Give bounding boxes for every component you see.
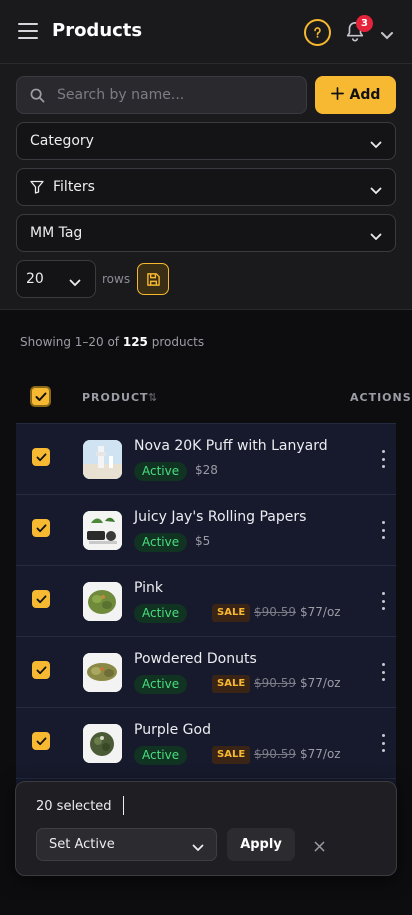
status-badge: Active bbox=[134, 462, 188, 481]
sort-icon[interactable]: ⇅ bbox=[148, 391, 157, 404]
status-badge: Active bbox=[134, 746, 188, 765]
chevron-down-icon[interactable] bbox=[380, 26, 394, 45]
sale-price: $77/oz bbox=[300, 676, 341, 690]
column-header-actions: ACTIONS bbox=[350, 391, 412, 404]
rows-per-page-value: 20 bbox=[26, 271, 44, 287]
table-row[interactable]: Powdered Donuts Active SALE $90.59 $77/oz bbox=[16, 636, 396, 707]
category-select[interactable]: Category bbox=[16, 122, 396, 160]
product-price: $90.59 $77/oz bbox=[254, 747, 341, 761]
product-price: $5 bbox=[195, 534, 211, 548]
bulk-action-value: Set Active bbox=[49, 837, 115, 852]
status-badge: Active bbox=[134, 604, 188, 623]
select-all-checkbox[interactable] bbox=[30, 386, 51, 407]
chevron-down-icon bbox=[192, 841, 204, 856]
rows-per-page-select[interactable]: 20 bbox=[16, 260, 96, 298]
notification-badge: 3 bbox=[356, 15, 373, 32]
save-icon[interactable] bbox=[137, 263, 169, 295]
original-price: $90.59 bbox=[254, 605, 296, 619]
sale-badge: SALE bbox=[212, 604, 251, 622]
apply-button[interactable]: Apply bbox=[227, 828, 295, 861]
help-icon[interactable] bbox=[304, 19, 331, 46]
product-name[interactable]: Pink bbox=[134, 580, 163, 596]
sale-badge: SALE bbox=[212, 746, 251, 764]
results-summary: Showing 1–20 of 125 products bbox=[20, 335, 205, 349]
status-badge: Active bbox=[134, 533, 188, 552]
product-name[interactable]: Nova 20K Puff with Lanyard bbox=[134, 438, 328, 454]
close-icon[interactable] bbox=[314, 837, 325, 856]
add-product-button[interactable]: Add bbox=[315, 76, 396, 114]
more-options-icon[interactable] bbox=[382, 663, 386, 681]
product-thumbnail bbox=[83, 511, 122, 550]
filter-toolbar: Add Category Filters MM Tag 20 rows bbox=[0, 64, 412, 310]
product-name[interactable]: Juicy Jay's Rolling Papers bbox=[134, 509, 306, 525]
bulk-action-bar: 20 selected Set Active Apply bbox=[15, 781, 397, 876]
sale-price: $77/oz bbox=[300, 747, 341, 761]
original-price: $90.59 bbox=[254, 747, 296, 761]
product-thumbnail bbox=[83, 653, 122, 692]
search-input[interactable] bbox=[57, 77, 297, 113]
table-row[interactable]: Nova 20K Puff with Lanyard Active $28 bbox=[16, 423, 396, 494]
table-row[interactable]: Purple God Active SALE $90.59 $77/oz bbox=[16, 707, 396, 778]
text-cursor bbox=[123, 796, 124, 815]
product-name[interactable]: Purple God bbox=[134, 722, 211, 738]
app-header: Products 3 bbox=[0, 0, 412, 64]
sale-badge: SALE bbox=[212, 675, 251, 693]
row-checkbox[interactable] bbox=[32, 448, 50, 466]
more-options-icon[interactable] bbox=[382, 734, 386, 752]
tag-select[interactable]: MM Tag bbox=[16, 214, 396, 252]
product-thumbnail bbox=[83, 440, 122, 479]
product-price: $90.59 $77/oz bbox=[254, 676, 341, 690]
original-price: $90.59 bbox=[254, 676, 296, 690]
selected-count: 20 selected bbox=[36, 799, 112, 814]
search-box[interactable] bbox=[16, 76, 307, 114]
more-options-icon[interactable] bbox=[382, 521, 386, 539]
filter-icon bbox=[30, 180, 44, 194]
filters-select-label: Filters bbox=[53, 179, 95, 195]
more-options-icon[interactable] bbox=[382, 450, 386, 468]
row-checkbox[interactable] bbox=[32, 661, 50, 679]
product-thumbnail bbox=[83, 724, 122, 763]
chevron-down-icon bbox=[370, 229, 382, 245]
sale-price: $77/oz bbox=[300, 605, 341, 619]
table-header: PRODUCT ⇅ ACTIONS bbox=[16, 374, 412, 422]
add-button-label: Add bbox=[349, 87, 381, 103]
search-icon bbox=[30, 88, 45, 107]
chevron-down-icon bbox=[370, 137, 382, 153]
product-name[interactable]: Powdered Donuts bbox=[134, 651, 257, 667]
more-options-icon[interactable] bbox=[382, 592, 386, 610]
plus-icon bbox=[330, 86, 344, 104]
bulk-action-select[interactable]: Set Active bbox=[36, 828, 217, 861]
product-price: $90.59 $77/oz bbox=[254, 605, 341, 619]
chevron-down-icon bbox=[69, 275, 81, 291]
table-row[interactable]: Pink Active SALE $90.59 $77/oz bbox=[16, 565, 396, 636]
product-price: $28 bbox=[195, 463, 218, 477]
filters-select[interactable]: Filters bbox=[16, 168, 396, 206]
column-header-product[interactable]: PRODUCT bbox=[82, 391, 149, 404]
menu-icon[interactable] bbox=[18, 23, 38, 41]
table-row[interactable]: Juicy Jay's Rolling Papers Active $5 bbox=[16, 494, 396, 565]
page-title: Products bbox=[52, 20, 143, 41]
tag-select-label: MM Tag bbox=[30, 225, 83, 241]
product-thumbnail bbox=[83, 582, 122, 621]
chevron-down-icon bbox=[370, 183, 382, 199]
row-checkbox[interactable] bbox=[32, 590, 50, 608]
row-checkbox[interactable] bbox=[32, 519, 50, 537]
rows-label: rows bbox=[102, 272, 131, 286]
category-select-label: Category bbox=[30, 133, 94, 149]
row-checkbox[interactable] bbox=[32, 732, 50, 750]
status-badge: Active bbox=[134, 675, 188, 694]
